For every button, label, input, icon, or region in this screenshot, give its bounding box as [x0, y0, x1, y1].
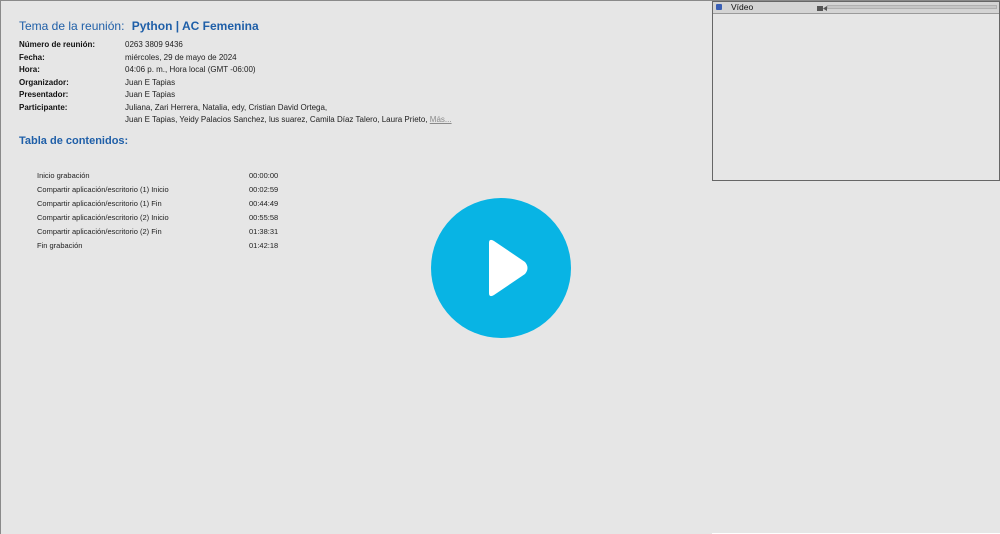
play-button[interactable] — [431, 198, 571, 338]
meeting-topic: Python | AC Femenina — [131, 19, 259, 33]
toc-entry-time: 00:55:58 — [249, 213, 279, 222]
participants-label: Participante: — [19, 102, 68, 112]
toc-entry-time: 00:44:49 — [249, 199, 279, 208]
time-label: Hora: — [19, 65, 40, 74]
participants-line-2: Juan E Tapias, Yeidy Palacios Sanchez, l… — [125, 115, 428, 124]
presenter-value: Juan E Tapias — [125, 90, 176, 99]
participants-line-1: Juliana, Zari Herrera, Natalia, edy, Cri… — [125, 102, 328, 112]
info-row-organizer: Organizador: Juan E Tapias — [19, 77, 452, 90]
play-icon — [489, 239, 528, 297]
recording-page: Tema de la reunión: Python | AC Femenina… — [0, 0, 1000, 534]
toc-entry-name: Compartir aplicación/escritorio (2) Fin — [37, 227, 162, 236]
info-row-number: Número de reunión: 0263 3809 9436 — [19, 39, 452, 52]
panel-collapse-icon[interactable] — [716, 4, 722, 10]
date-label: Fecha: — [19, 52, 45, 62]
video-panel: Vídeo — [712, 1, 1000, 181]
toc-entry[interactable]: Fin grabación 01:42:18 — [37, 239, 278, 253]
presenter-label: Presentador: — [19, 90, 69, 99]
video-panel-title: Vídeo — [731, 2, 754, 12]
organizer-label: Organizador: — [19, 77, 69, 87]
info-row-participants: Participante: Juliana, Zari Herrera, Nat… — [19, 102, 452, 115]
info-row-time: Hora: 04:06 p. m., Hora local (GMT -06:0… — [19, 64, 452, 77]
camera-icon — [817, 4, 827, 11]
toc-title: Tabla de contenidos: — [19, 135, 129, 147]
video-header-bar — [827, 5, 997, 9]
toc-entry[interactable]: Compartir aplicación/escritorio (2) Fin … — [37, 225, 278, 239]
toc-entry-name: Fin grabación — [37, 241, 83, 250]
toc-entry-name: Inicio grabación — [37, 171, 90, 180]
meeting-info: Número de reunión: 0263 3809 9436 Fecha:… — [19, 39, 452, 127]
toc-entry[interactable]: Compartir aplicación/escritorio (2) Inic… — [37, 211, 278, 225]
toc-entry-time: 00:00:00 — [249, 171, 279, 180]
toc-entry[interactable]: Compartir aplicación/escritorio (1) Fin … — [37, 197, 278, 211]
toc-entry-time: 00:02:59 — [249, 185, 279, 194]
info-row-presenter: Presentador: Juan E Tapias — [19, 89, 452, 102]
info-row-date: Fecha: miércoles, 29 de mayo de 2024 — [19, 52, 452, 65]
meeting-title: Tema de la reunión: Python | AC Femenina — [19, 19, 259, 33]
toc-entry[interactable]: Inicio grabación 00:00:00 — [37, 169, 278, 183]
toc-entry-name: Compartir aplicación/escritorio (1) Fin — [37, 199, 162, 208]
toc-entry-name: Compartir aplicación/escritorio (1) Inic… — [37, 185, 169, 194]
recording-info-area: Tema de la reunión: Python | AC Femenina… — [1, 1, 712, 534]
organizer-value: Juan E Tapias — [125, 77, 176, 87]
toc-entry-time: 01:38:31 — [249, 227, 279, 236]
toc-entry-time: 01:42:18 — [249, 241, 279, 250]
meeting-number-label: Número de reunión: — [19, 40, 96, 49]
date-value: miércoles, 29 de mayo de 2024 — [125, 52, 237, 62]
participants-line-2-row: Juan E Tapias, Yeidy Palacios Sanchez, l… — [19, 114, 452, 127]
time-value: 04:06 p. m., Hora local (GMT -06:00) — [125, 65, 256, 74]
table-of-contents: Inicio grabación 00:00:00 Compartir apli… — [37, 169, 278, 253]
more-participants-link[interactable]: Más... — [430, 115, 452, 124]
video-panel-header[interactable]: Vídeo — [713, 2, 999, 14]
toc-entry[interactable]: Compartir aplicación/escritorio (1) Inic… — [37, 183, 278, 197]
toc-entry-name: Compartir aplicación/escritorio (2) Inic… — [37, 213, 169, 222]
meeting-number: 0263 3809 9436 — [125, 40, 183, 49]
meeting-topic-label: Tema de la reunión: — [19, 19, 125, 33]
